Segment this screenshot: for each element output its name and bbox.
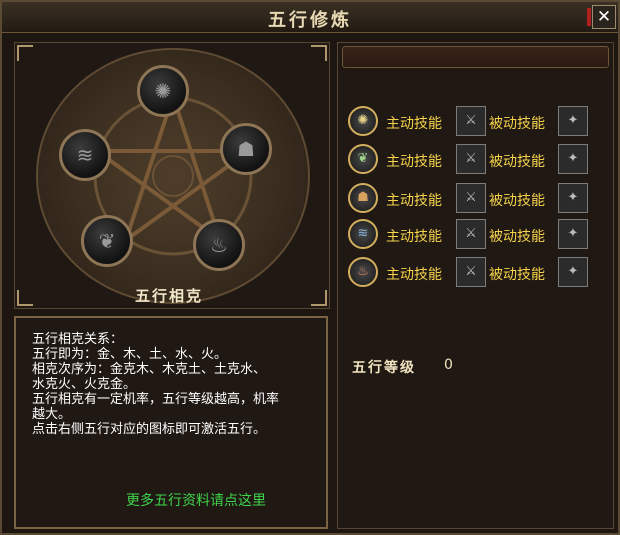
passive-skill-label: 被动技能: [489, 193, 545, 209]
info-line: 五行即为：金、木、土、水、火。: [32, 347, 228, 362]
info-line: 越大。: [32, 407, 72, 422]
title-bar: 五行修炼 ✕: [2, 2, 618, 33]
water-icon: ≋: [76, 143, 94, 167]
active-skill-slot[interactable]: ⚔: [456, 106, 486, 136]
active-skill-slot[interactable]: ⚔: [456, 183, 486, 213]
element-node-fire[interactable]: ♨: [193, 219, 245, 271]
close-accent: [587, 8, 591, 26]
passive-skill-label: 被动技能: [489, 116, 545, 132]
element-button-metal[interactable]: ✺: [348, 106, 378, 136]
passive-skill-label: 被动技能: [489, 229, 545, 245]
passive-skill-slot[interactable]: ✦: [558, 106, 588, 136]
element-node-earth[interactable]: ☗: [220, 123, 272, 175]
element-node-metal[interactable]: ✺: [137, 65, 189, 117]
corner-ornament: [311, 45, 327, 61]
metal-icon: ✺: [357, 113, 369, 128]
corner-ornament: [311, 290, 327, 306]
fire-icon: ♨: [357, 264, 369, 279]
earth-icon: ☗: [357, 190, 369, 205]
active-skill-label: 主动技能: [386, 116, 442, 132]
corner-ornament: [17, 290, 33, 306]
element-button-water[interactable]: ≋: [348, 219, 378, 249]
active-skill-icon: ⚔: [465, 113, 477, 128]
close-icon: ✕: [596, 7, 612, 27]
passive-skill-icon: ✦: [567, 190, 579, 205]
window-title: 五行修炼: [268, 10, 352, 31]
info-line: 水克火、火克金。: [32, 377, 137, 392]
passive-skill-slot[interactable]: ✦: [558, 144, 588, 174]
passive-skill-icon: ✦: [567, 264, 579, 279]
close-button[interactable]: ✕: [587, 5, 616, 29]
more-info-link[interactable]: 更多五行资料请点这里: [126, 490, 266, 510]
passive-skill-icon: ✦: [567, 151, 579, 166]
passive-skill-icon: ✦: [567, 226, 579, 241]
element-level-label: 五行等级: [352, 360, 416, 376]
earth-icon: ☗: [237, 137, 255, 161]
info-line: 五行相克关系：: [32, 332, 124, 347]
passive-skill-label: 被动技能: [489, 267, 545, 283]
circle-caption: 五行相克: [135, 287, 204, 305]
active-skill-icon: ⚔: [465, 264, 477, 279]
element-button-fire[interactable]: ♨: [348, 257, 378, 287]
active-skill-slot[interactable]: ⚔: [456, 144, 486, 174]
skill-row-metal: ✺ 主动技能 ⚔ 被动技能 ✦: [348, 104, 608, 138]
passive-skill-slot[interactable]: ✦: [558, 257, 588, 287]
element-button-earth[interactable]: ☗: [348, 183, 378, 213]
water-icon: ≋: [357, 226, 369, 241]
element-node-wood[interactable]: ❦: [81, 215, 133, 267]
element-level-value: 0: [444, 357, 453, 373]
active-skill-icon: ⚔: [465, 226, 477, 241]
skills-panel-header: [342, 46, 609, 68]
active-skill-label: 主动技能: [386, 193, 442, 209]
wood-icon: ❦: [98, 229, 116, 253]
active-skill-slot[interactable]: ⚔: [456, 257, 486, 287]
skill-row-wood: ❦ 主动技能 ⚔ 被动技能 ✦: [348, 142, 608, 176]
corner-ornament: [17, 45, 33, 61]
metal-icon: ✺: [154, 79, 172, 103]
skill-row-fire: ♨ 主动技能 ⚔ 被动技能 ✦: [348, 255, 608, 289]
active-skill-label: 主动技能: [386, 267, 442, 283]
active-skill-icon: ⚔: [465, 190, 477, 205]
info-line: 五行相克有一定机率，五行等级越高，机率: [32, 392, 280, 407]
skills-panel: ✺ 主动技能 ⚔ 被动技能 ✦ ❦ 主动技能 ⚔ 被动技能 ✦ ☗ 主动技能 ⚔…: [337, 42, 614, 529]
skill-row-earth: ☗ 主动技能 ⚔ 被动技能 ✦: [348, 181, 608, 215]
active-skill-label: 主动技能: [386, 154, 442, 170]
element-node-water[interactable]: ≋: [59, 129, 111, 181]
passive-skill-label: 被动技能: [489, 154, 545, 170]
active-skill-slot[interactable]: ⚔: [456, 219, 486, 249]
active-skill-label: 主动技能: [386, 229, 442, 245]
fire-icon: ♨: [210, 233, 228, 257]
elements-circle-panel: ✺ ☗ ♨ ❦ ≋ 五行相克: [14, 42, 330, 309]
info-line: 点击右侧五行对应的图标即可激活五行。: [32, 422, 267, 437]
element-button-wood[interactable]: ❦: [348, 144, 378, 174]
skill-row-water: ≋ 主动技能 ⚔ 被动技能 ✦: [348, 217, 608, 251]
passive-skill-slot[interactable]: ✦: [558, 183, 588, 213]
five-elements-window: 五行修炼 ✕ ✺ ☗ ♨ ❦ ≋ 五行相克 五行相克关系： 五行即为：金、木、土…: [0, 0, 620, 535]
active-skill-icon: ⚔: [465, 151, 477, 166]
info-panel: 五行相克关系： 五行即为：金、木、土、水、火。 相克次序为：金克木、木克土、土克…: [14, 316, 328, 529]
wood-icon: ❦: [357, 151, 369, 166]
passive-skill-slot[interactable]: ✦: [558, 219, 588, 249]
info-line: 相克次序为：金克木、木克土、土克水、: [32, 362, 267, 377]
info-text: 五行相克关系： 五行即为：金、木、土、水、火。 相克次序为：金克木、木克土、土克…: [32, 332, 322, 437]
passive-skill-icon: ✦: [567, 113, 579, 128]
